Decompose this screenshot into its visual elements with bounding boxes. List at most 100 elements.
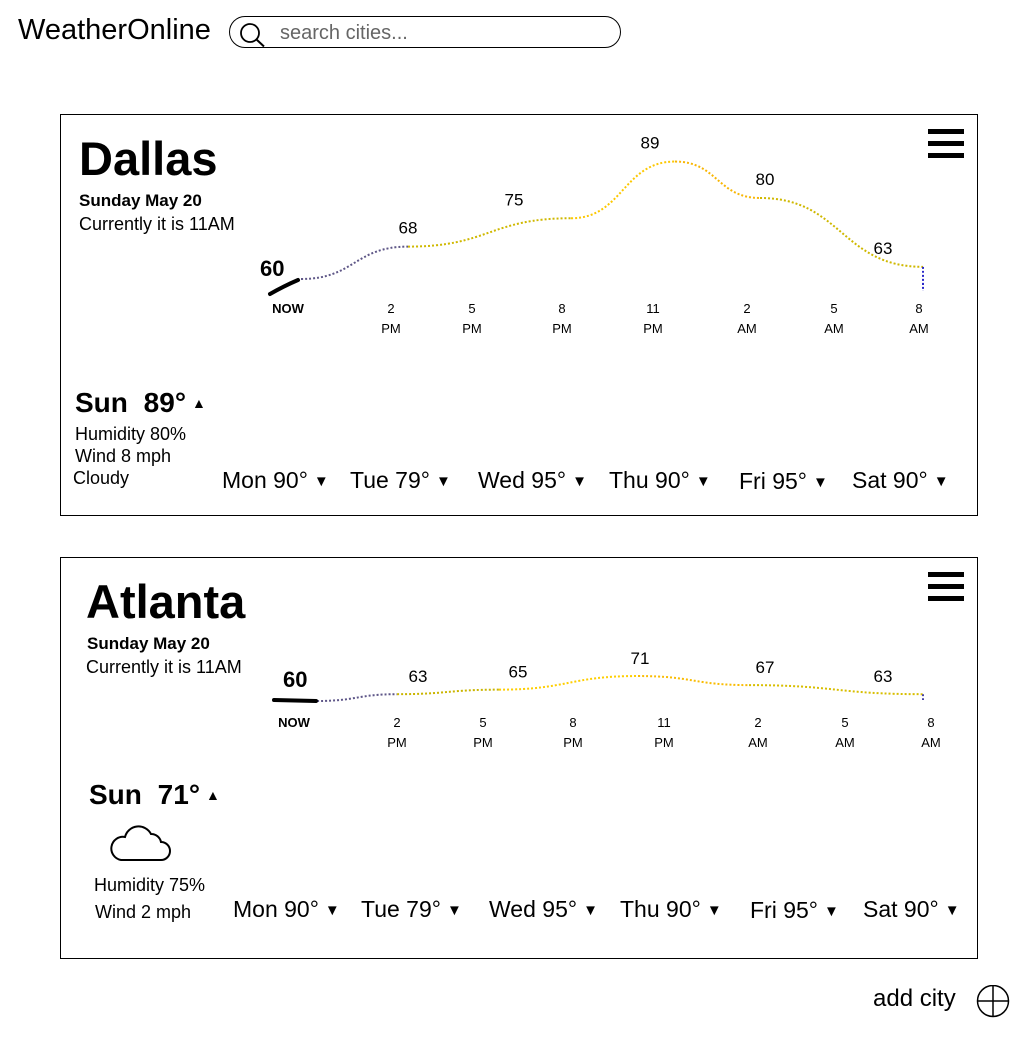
forecast-day: Tue <box>350 467 389 493</box>
time-axis-hour: 2 <box>387 301 394 316</box>
chevron-down-icon: ▼ <box>824 903 839 920</box>
search-input[interactable] <box>278 20 612 46</box>
forecast-sat[interactable]: Sat 90° ▼ <box>863 896 960 923</box>
time-axis-meridiem: AM <box>835 735 855 750</box>
condition: Cloudy <box>73 468 130 488</box>
cloud-icon <box>110 825 171 861</box>
trend-up-icon: ▲ <box>192 395 206 411</box>
humidity: Humidity 75% <box>94 875 206 895</box>
forecast-day: Wed <box>489 896 536 922</box>
app-logo: WeatherOnline <box>18 14 211 46</box>
chevron-down-icon: ▼ <box>813 474 828 491</box>
forecast-day: Sat <box>863 896 898 922</box>
today-summary: Sun 89° ▲ <box>75 387 206 419</box>
forecast-tue[interactable]: Tue 79° ▼ <box>350 467 451 494</box>
current-temperature-label: 60 <box>283 667 307 692</box>
forecast-sat[interactable]: Sat 90° ▼ <box>852 467 949 494</box>
wind: Wind 8 mph <box>75 446 172 466</box>
today-day: Sun <box>75 387 128 418</box>
time-axis-meridiem: PM <box>552 321 572 336</box>
time-axis-meridiem: PM <box>473 735 493 750</box>
time-axis-label: NOW <box>278 715 311 730</box>
forecast-day: Thu <box>620 896 660 922</box>
forecast-fri[interactable]: Fri 95° ▼ <box>739 468 828 495</box>
temperature-curve-segment <box>407 217 572 248</box>
time-axis-meridiem: AM <box>909 321 929 336</box>
plus-circle-icon[interactable] <box>976 985 1014 1019</box>
today-temp: 89° <box>143 387 187 418</box>
hourly-temperature-label: 75 <box>505 190 524 209</box>
chevron-down-icon: ▼ <box>313 473 329 490</box>
time-axis-meridiem: PM <box>643 321 663 336</box>
temperature-curve-segment <box>759 197 924 268</box>
time-axis-hour: 2 <box>743 301 750 316</box>
current-time-marker <box>272 698 318 703</box>
forecast-mon[interactable]: Mon 90° ▼ <box>222 467 329 494</box>
time-axis-meridiem: PM <box>462 321 482 336</box>
time-axis-hour: 11 <box>646 301 660 316</box>
time-axis-hour: 5 <box>830 301 837 316</box>
temperature-curve-segment <box>748 684 924 696</box>
time-axis-hour: 8 <box>558 301 565 316</box>
chevron-down-icon: ▼ <box>583 902 598 919</box>
time-axis-hour: 5 <box>479 715 486 730</box>
today-temp: 71° <box>157 779 201 810</box>
forecast-temp: 95° <box>783 897 818 923</box>
add-city-link[interactable]: add city <box>873 985 956 1013</box>
today-day: Sun <box>89 779 142 810</box>
time-axis-meridiem: PM <box>381 321 401 336</box>
forecast-temp: 90° <box>284 896 319 922</box>
humidity: Humidity 80% <box>75 424 187 444</box>
time-axis-hour: 11 <box>657 715 671 730</box>
time-axis-meridiem: AM <box>748 735 768 750</box>
forecast-day: Mon <box>222 467 267 493</box>
time-axis-label: NOW <box>272 301 305 316</box>
forecast-temp: 95° <box>531 467 567 493</box>
time-axis-hour: 2 <box>393 715 400 730</box>
hourly-temperature-label: 68 <box>399 219 418 238</box>
time-axis-hour: 8 <box>927 715 934 730</box>
temperature-curve-segment <box>316 693 398 702</box>
hourly-temperature-label: 63 <box>874 667 893 686</box>
forecast-day: Mon <box>233 896 278 922</box>
hourly-temperature-label: 89 <box>641 134 660 153</box>
city-card-atlanta: Atlanta Sunday May 20 Currently it is 11… <box>60 557 978 959</box>
time-axis-hour: 8 <box>569 715 576 730</box>
chevron-down-icon: ▼ <box>324 902 340 919</box>
forecast-thu[interactable]: Thu 90° ▼ <box>620 896 722 923</box>
forecast-day: Fri <box>750 897 777 923</box>
forecast-temp: 95° <box>542 896 578 922</box>
chevron-down-icon: ▼ <box>933 473 949 490</box>
forecast-fri[interactable]: Fri 95° ▼ <box>750 897 839 924</box>
forecast-wed[interactable]: Wed 95° ▼ <box>478 467 587 494</box>
time-axis-meridiem: PM <box>654 735 674 750</box>
hourly-temperature-label: 71 <box>631 649 650 668</box>
forecast-temp: 79° <box>406 896 441 922</box>
forecast-temp: 90° <box>273 467 308 493</box>
chevron-down-icon: ▼ <box>446 902 462 919</box>
forecast-wed[interactable]: Wed 95° ▼ <box>489 896 598 923</box>
hourly-temperature-chart: 60 68 75 89 80 63 NOW 2 PM 5 PM 8 PM 11 PM 2 AM 5 AM 8 AM <box>260 134 929 336</box>
hourly-temperature-label: 67 <box>756 658 775 677</box>
forecast-day: Sat <box>852 467 887 493</box>
current-temperature-label: 60 <box>260 256 284 281</box>
hourly-temperature-label: 65 <box>509 663 528 682</box>
time-axis-hour: 2 <box>754 715 761 730</box>
time-axis-meridiem: PM <box>387 735 407 750</box>
forecast-day: Thu <box>609 467 649 493</box>
temperature-curve-segment <box>300 245 409 280</box>
search-box[interactable] <box>229 16 621 48</box>
temperature-curve-segment <box>396 688 500 696</box>
trend-up-icon: ▲ <box>206 787 220 803</box>
temperature-curve-segment <box>570 160 676 220</box>
temperature-curve-segment <box>674 160 761 199</box>
forecast-mon[interactable]: Mon 90° ▼ <box>233 896 340 923</box>
hourly-temperature-label: 63 <box>874 239 893 258</box>
chevron-down-icon: ▼ <box>435 473 451 490</box>
forecast-day: Fri <box>739 468 766 494</box>
forecast-thu[interactable]: Thu 90° ▼ <box>609 467 711 494</box>
forecast-tue[interactable]: Tue 79° ▼ <box>361 896 462 923</box>
forecast-temp: 90° <box>892 467 928 493</box>
search-icon <box>240 23 265 48</box>
time-axis-hour: 5 <box>468 301 475 316</box>
